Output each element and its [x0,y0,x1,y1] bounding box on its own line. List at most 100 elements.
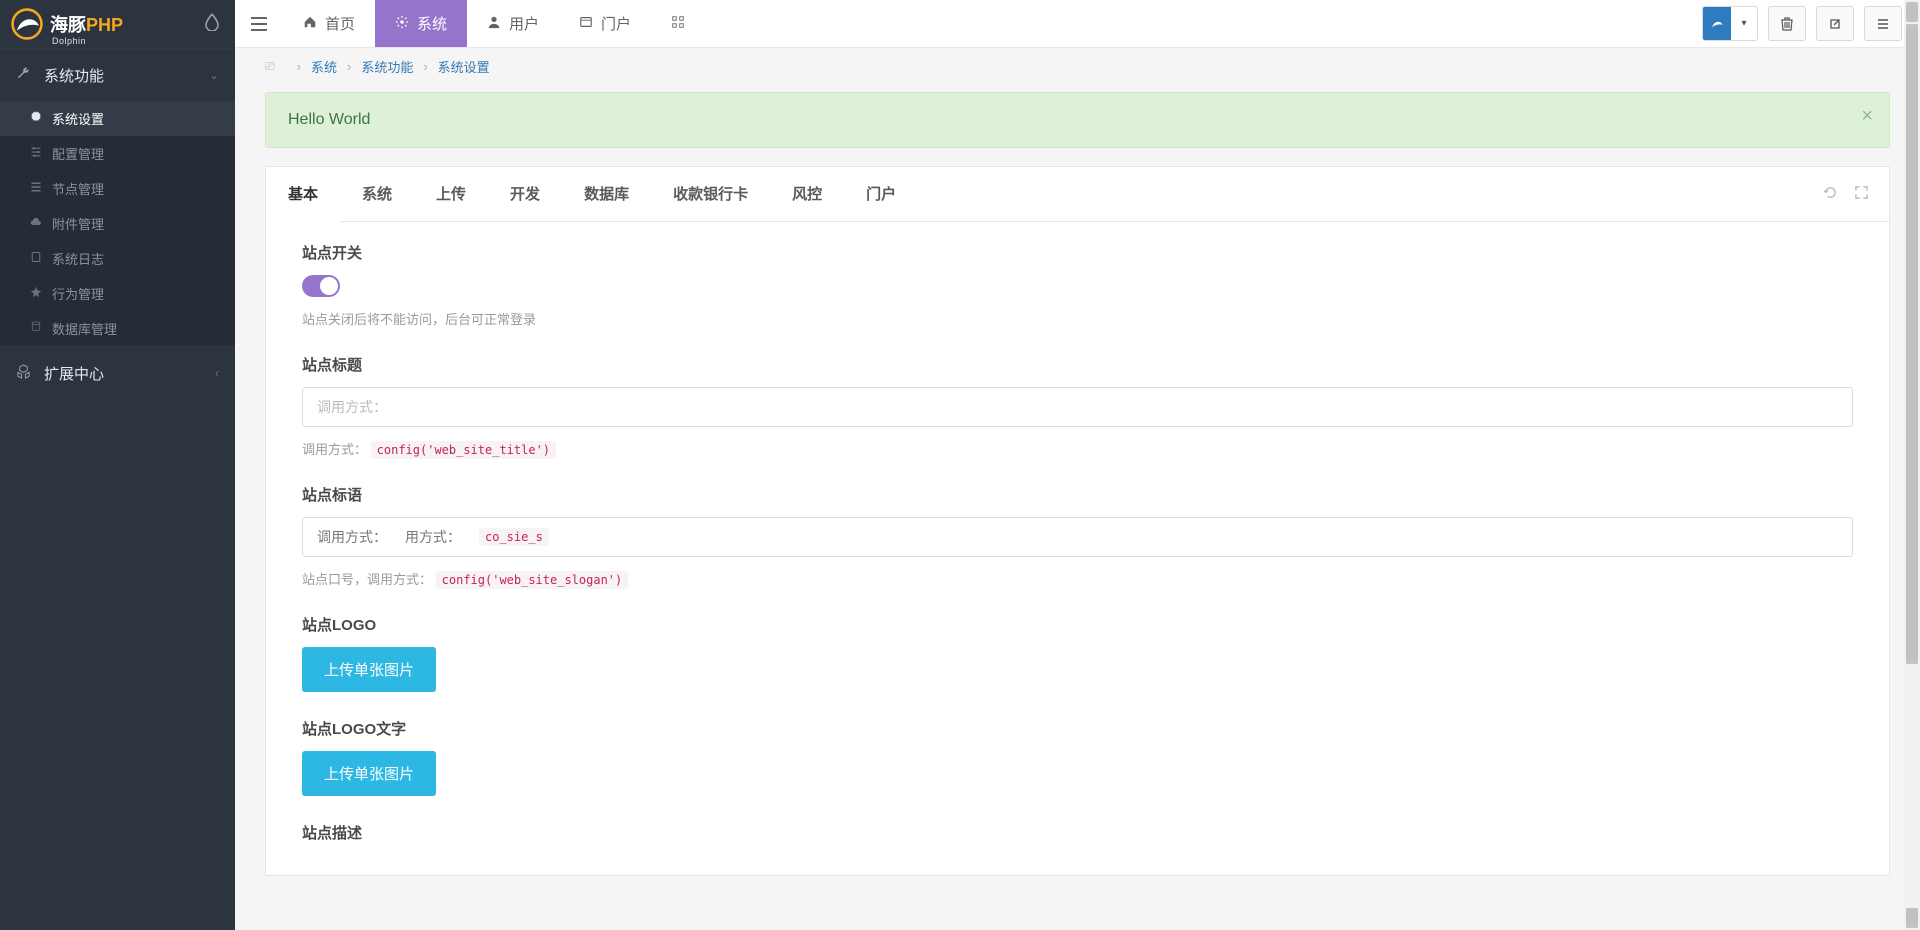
breadcrumb-item[interactable]: 系统 [311,57,337,76]
book-icon [30,251,42,266]
topnav-item-home[interactable]: 首页 [283,0,375,47]
vertical-scrollbar[interactable] [1904,0,1920,930]
sidebar-item-cog[interactable]: 系统设置 [0,101,235,136]
topnav-item-cog[interactable]: 系统 [375,0,467,47]
top-nav: 首页 系统 用户 门户 [283,0,713,47]
database-icon [30,321,42,336]
cubes-icon [16,364,44,383]
home-icon [303,15,317,32]
brand-sub: Dolphin [52,36,86,46]
sidebar-item-bars[interactable]: 节点管理 [0,171,235,206]
brand-logo-icon [10,7,44,41]
alert-success: Hello World × [265,92,1890,148]
map-pin-icon: ⎚ [265,59,275,74]
breadcrumb: ⎚ › 系统 › 系统功能 › 系统设置 [235,48,1920,84]
cog-icon [30,111,42,126]
brand-name: 海豚PHP [50,11,123,37]
trash-icon [1780,17,1794,31]
user-icon [487,15,501,32]
theme-drop-icon[interactable] [205,13,225,36]
breadcrumb-item[interactable]: 系统设置 [438,57,490,76]
brand[interactable]: 海豚PHP Dolphin [0,0,235,48]
sidebar-item-star[interactable]: 行为管理 [0,276,235,311]
field-label-site-logo: 站点LOGO [302,614,1853,635]
site-switch-toggle[interactable] [302,275,340,297]
topnav-item-grid[interactable] [651,0,713,47]
sidebar-toggle-button[interactable] [235,0,283,47]
sidebar: 海豚PHP Dolphin 系统功能 ⌄ 系统设置配置管理节点管理附件管理系统日… [0,0,235,930]
list-button[interactable] [1864,6,1902,41]
settings-panel: 基本系统上传开发数据库收款银行卡风控门户 站点开关 站点关闭后将不能访问，后台可… [265,166,1890,876]
dolphin-icon [1703,7,1731,40]
topnav-label: 门户 [601,13,631,34]
tab-2[interactable]: 上传 [414,167,488,221]
tab-6[interactable]: 风控 [770,167,844,221]
sidebar-item-label: 数据库管理 [52,319,117,338]
sidebar-item-database[interactable]: 数据库管理 [0,311,235,346]
field-label-site-switch: 站点开关 [302,242,1853,263]
scroll-arrow-down[interactable] [1906,908,1918,928]
sidebar-section-label: 扩展中心 [44,363,104,384]
tab-3[interactable]: 开发 [488,167,562,221]
help-text: 站点口号，调用方式： config('web_site_slogan') [302,569,1853,588]
theme-switch-button[interactable]: ▾ [1702,6,1758,41]
sidebar-item-label: 节点管理 [52,179,104,198]
topnav-label: 系统 [417,13,447,34]
chevron-left-icon: ‹ [215,366,219,380]
sidebar-section-extensions[interactable]: 扩展中心 ‹ [0,347,235,399]
menu-icon [251,17,267,31]
upload-logo-button[interactable]: 上传单张图片 [302,647,436,692]
bars-icon [30,181,42,196]
field-label-site-slogan: 站点标语 [302,484,1853,505]
tab-4[interactable]: 数据库 [562,167,651,221]
field-label-site-logo-text: 站点LOGO文字 [302,718,1853,739]
site-title-input[interactable] [302,387,1853,427]
tab-5[interactable]: 收款银行卡 [651,167,770,221]
list-icon [1876,17,1890,31]
topnav-item-user[interactable]: 用户 [467,0,559,47]
refresh-icon[interactable] [1823,185,1838,204]
tab-7[interactable]: 门户 [844,167,918,221]
star-icon [30,286,42,301]
external-link-icon [1828,17,1842,31]
alert-text: Hello World [288,111,370,128]
topbar: 首页 系统 用户 门户 ▾ [235,0,1920,48]
tabs: 基本系统上传开发数据库收款银行卡风控门户 [266,167,1889,222]
fullscreen-icon[interactable] [1854,185,1869,204]
scroll-thumb[interactable] [1906,24,1918,664]
topnav-item-window[interactable]: 门户 [559,0,651,47]
tab-1[interactable]: 系统 [340,167,414,221]
sidebar-item-cloud[interactable]: 附件管理 [0,206,235,241]
help-text: 站点关闭后将不能访问，后台可正常登录 [302,309,1853,328]
sidebar-section-system[interactable]: 系统功能 ⌄ [0,49,235,101]
topnav-label: 首页 [325,13,355,34]
sidebar-section-label: 系统功能 [44,65,104,86]
caret-down-icon: ▾ [1731,7,1757,40]
sidebar-item-label: 系统设置 [52,109,104,128]
sidebar-item-label: 附件管理 [52,214,104,233]
tab-0[interactable]: 基本 [266,167,340,222]
alert-close-button[interactable]: × [1861,105,1873,128]
scroll-arrow-up[interactable] [1906,2,1918,22]
wrench-icon [16,66,44,85]
help-text: 调用方式： config('web_site_title') [302,439,1853,458]
trash-button[interactable] [1768,6,1806,41]
cloud-icon [30,216,42,231]
chevron-down-icon: ⌄ [209,68,219,82]
upload-logo-text-button[interactable]: 上传单张图片 [302,751,436,796]
topnav-label: 用户 [509,13,539,34]
window-icon [579,15,593,32]
grid-icon [671,15,685,32]
field-label-site-title: 站点标题 [302,354,1853,375]
site-slogan-input[interactable]: 调用方式： 用方式： co_sie_s [302,517,1853,557]
sidebar-item-sliders[interactable]: 配置管理 [0,136,235,171]
cog-icon [395,15,409,32]
field-label-site-desc: 站点描述 [302,822,1853,843]
breadcrumb-item[interactable]: 系统功能 [361,57,413,76]
sidebar-item-label: 行为管理 [52,284,104,303]
sidebar-item-label: 配置管理 [52,144,104,163]
sliders-icon [30,146,42,161]
sidebar-item-book[interactable]: 系统日志 [0,241,235,276]
external-button[interactable] [1816,6,1854,41]
sidebar-item-label: 系统日志 [52,249,104,268]
